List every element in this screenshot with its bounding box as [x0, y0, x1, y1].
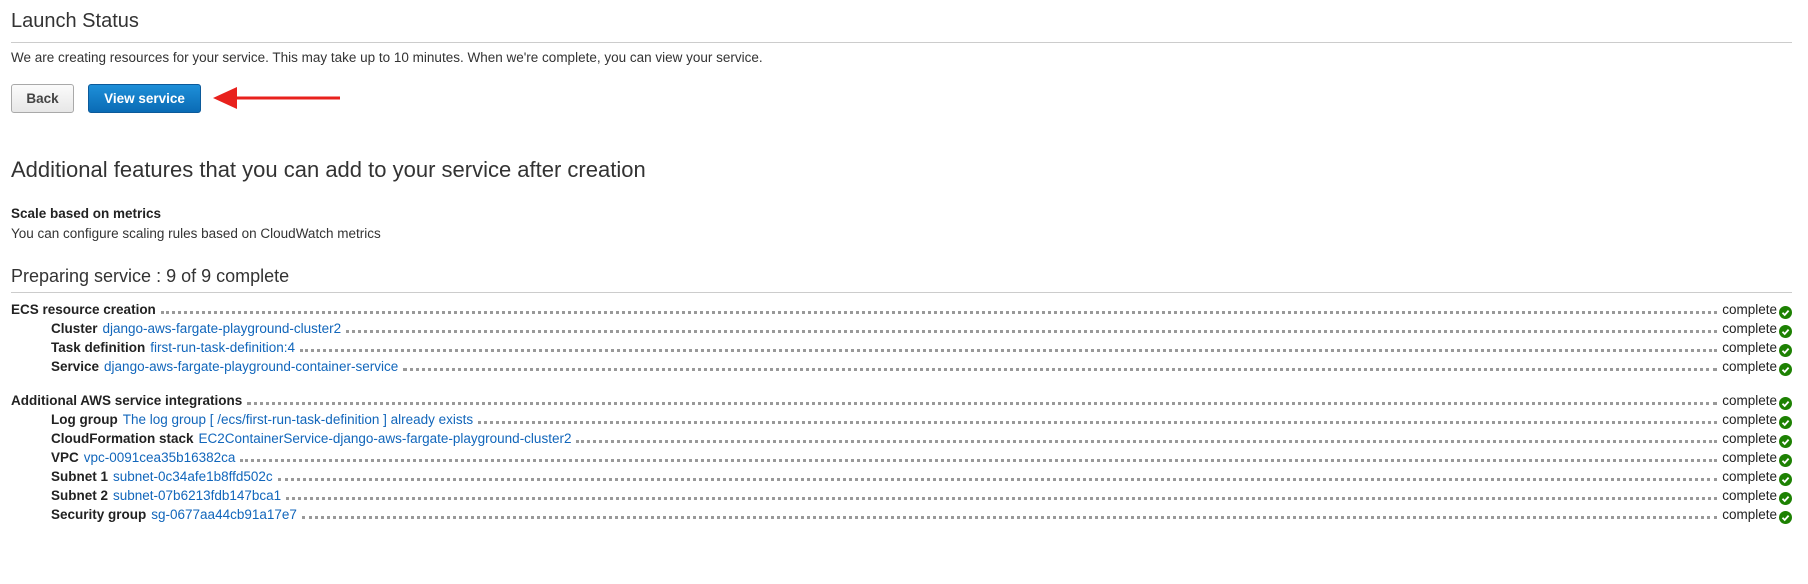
subnet-2-row: Subnet 2 subnet-07b6213fdb147bca1 comple…: [51, 484, 1792, 505]
vpc-row: VPC vpc-0091cea35b16382ca complete: [51, 446, 1792, 467]
leader-dots: [240, 459, 1718, 462]
status-text: complete: [1722, 412, 1777, 427]
row-label: Additional AWS service integrations: [11, 393, 243, 408]
leader-dots: [403, 368, 1718, 371]
row-label: Security group: [51, 507, 147, 522]
divider: [11, 292, 1792, 293]
status-text: complete: [1722, 321, 1777, 336]
subnet-1-link[interactable]: subnet-0c34afe1b8ffd502c: [113, 469, 273, 484]
task-definition-link[interactable]: first-run-task-definition:4: [150, 340, 295, 355]
leader-dots: [247, 402, 1718, 405]
aws-integrations-row: Additional AWS service integrations comp…: [11, 389, 1792, 410]
scale-metrics-description: You can configure scaling rules based on…: [11, 226, 381, 241]
divider: [11, 42, 1792, 43]
red-arrow-icon: [213, 87, 340, 109]
check-circle-icon: [1779, 511, 1792, 524]
leader-dots: [576, 440, 1718, 443]
subnet-1-row: Subnet 1 subnet-0c34afe1b8ffd502c comple…: [51, 465, 1792, 486]
subnet-2-link[interactable]: subnet-07b6213fdb147bca1: [113, 488, 281, 503]
row-label: ECS resource creation: [11, 302, 156, 317]
row-label: Subnet 2: [51, 488, 109, 503]
leader-dots: [301, 516, 1718, 519]
status-text: complete: [1722, 340, 1777, 355]
cloudformation-stack-row: CloudFormation stack EC2ContainerService…: [51, 427, 1792, 448]
task-definition-row: Task definition first-run-task-definitio…: [51, 336, 1792, 357]
cluster-row: Cluster django-aws-fargate-playground-cl…: [51, 317, 1792, 338]
status-text: complete: [1722, 450, 1777, 465]
row-label: Cluster: [51, 321, 98, 336]
cloudformation-stack-link[interactable]: EC2ContainerService-django-aws-fargate-p…: [199, 431, 572, 446]
status-text: complete: [1722, 302, 1777, 317]
back-button[interactable]: Back: [11, 84, 74, 113]
launch-description: We are creating resources for your servi…: [11, 50, 763, 65]
cluster-link[interactable]: django-aws-fargate-playground-cluster2: [103, 321, 342, 336]
preparing-service-title: Preparing service : 9 of 9 complete: [11, 266, 290, 286]
status-text: complete: [1722, 359, 1777, 374]
row-label: Service: [51, 359, 100, 374]
security-group-row: Security group sg-0677aa44cb91a17e7 comp…: [51, 503, 1792, 524]
row-label: CloudFormation stack: [51, 431, 194, 446]
row-label: Log group: [51, 412, 118, 427]
service-link[interactable]: django-aws-fargate-playground-container-…: [104, 359, 398, 374]
scale-metrics-title: Scale based on metrics: [11, 206, 162, 221]
log-group-row: Log group The log group [ /ecs/first-run…: [51, 408, 1792, 429]
status-text: complete: [1722, 469, 1777, 484]
ecs-resource-creation-row: ECS resource creation complete: [11, 298, 1792, 319]
status-text: complete: [1722, 507, 1777, 522]
log-group-link[interactable]: The log group [ /ecs/first-run-task-defi…: [123, 412, 473, 427]
vpc-link[interactable]: vpc-0091cea35b16382ca: [84, 450, 236, 465]
leader-dots: [346, 330, 1718, 333]
leader-dots: [300, 349, 1718, 352]
status-text: complete: [1722, 393, 1777, 408]
service-row: Service django-aws-fargate-playground-co…: [51, 355, 1792, 376]
check-circle-icon: [1779, 363, 1792, 376]
row-label: Subnet 1: [51, 469, 109, 484]
leader-dots: [277, 478, 1718, 481]
leader-dots: [286, 497, 1718, 500]
launch-status-title: Launch Status: [11, 10, 139, 32]
view-service-button[interactable]: View service: [88, 84, 201, 113]
row-label: VPC: [51, 450, 79, 465]
status-text: complete: [1722, 431, 1777, 446]
row-label: Task definition: [51, 340, 146, 355]
leader-dots: [478, 421, 1718, 424]
leader-dots: [160, 311, 1718, 314]
status-text: complete: [1722, 488, 1777, 503]
additional-features-title: Additional features that you can add to …: [11, 157, 646, 182]
security-group-link[interactable]: sg-0677aa44cb91a17e7: [151, 507, 297, 522]
